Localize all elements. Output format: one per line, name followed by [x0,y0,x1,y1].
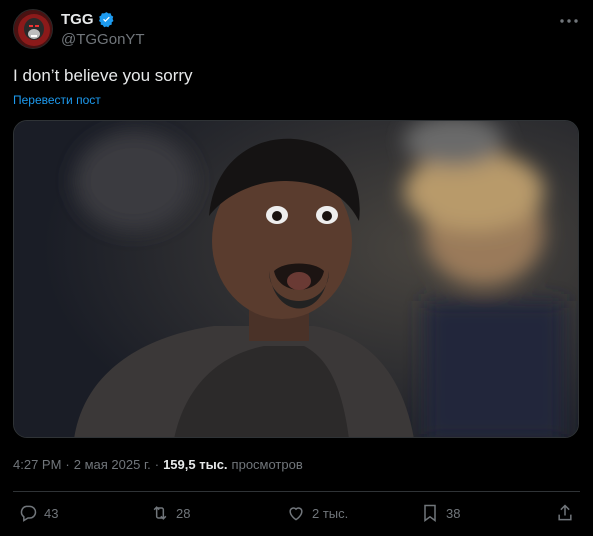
views-count[interactable]: 159,5 тыс. [163,457,227,472]
repost-button[interactable]: 28 [150,503,190,523]
bookmark-count: 38 [446,505,461,521]
tweet-header: TGG @TGGonYT [13,9,580,51]
share-button[interactable] [555,503,575,523]
photo-placeholder-icon [14,121,578,437]
share-icon [558,504,572,521]
display-name[interactable]: TGG [61,11,94,28]
tweet-date[interactable]: 2 мая 2025 г. [74,457,151,472]
bookmark-button[interactable]: 38 [420,503,460,523]
avatar[interactable] [13,9,53,49]
reply-icon [20,505,37,522]
verified-badge-icon [98,12,113,28]
translate-link[interactable]: Перевести пост [13,93,101,107]
action-bar: 43 28 2 тыс. 38 [18,503,575,529]
bookmark-icon [424,504,436,522]
more-options-icon[interactable] [558,11,580,31]
heart-icon [289,507,303,521]
meta-separator: · [65,457,70,472]
divider [13,491,580,492]
like-button[interactable]: 2 тыс. [286,503,348,523]
reply-button[interactable]: 43 [18,503,58,523]
meta-separator: · [154,457,160,472]
handle[interactable]: @TGGonYT [61,31,145,48]
views-label: просмотров [231,457,303,472]
like-count: 2 тыс. [312,505,349,521]
tweet-image[interactable] [13,120,579,438]
tweet-meta: 4:27 PM · 2 мая 2025 г. · 159,5 тыс. про… [13,457,303,472]
reply-count: 43 [44,505,59,521]
repost-icon [153,506,167,520]
tweet-time[interactable]: 4:27 PM [13,457,61,472]
gorilla-logo-icon [14,10,52,48]
repost-count: 28 [176,505,191,521]
tweet-text: I don’t believe you sorry [13,66,193,85]
name-row: TGG [61,11,115,28]
